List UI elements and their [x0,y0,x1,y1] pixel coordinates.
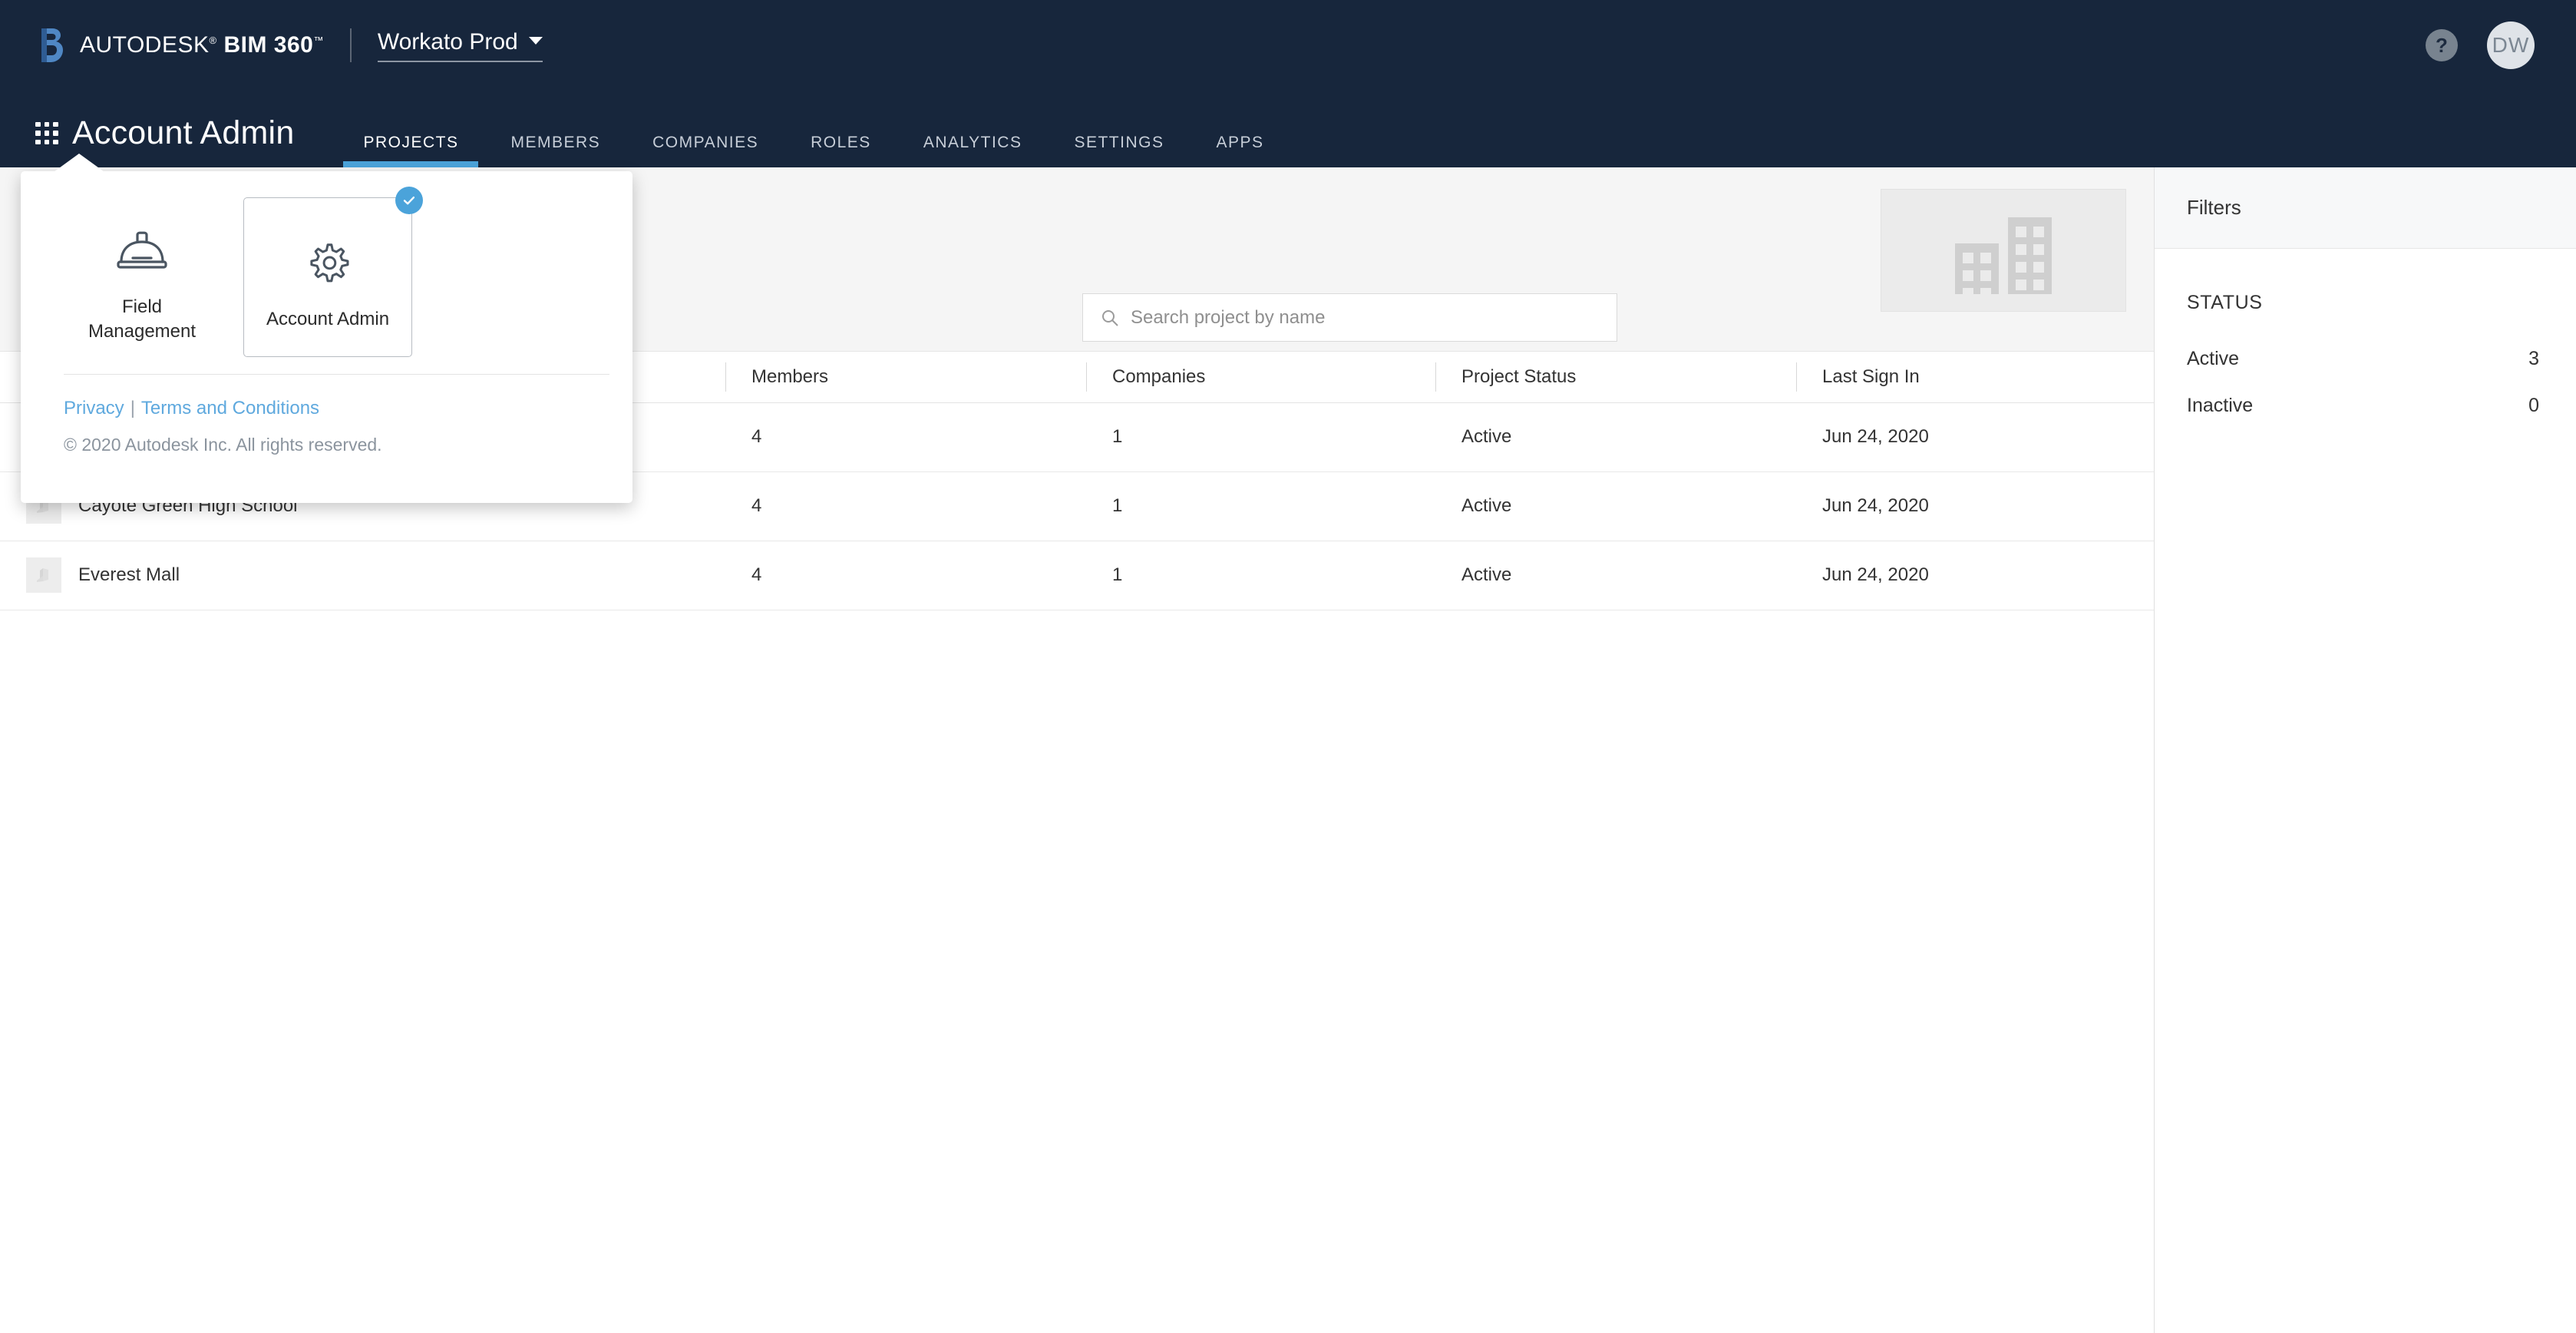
nav-title-group: Account Admin [0,114,294,167]
filter-option-active-count: 3 [2528,348,2539,370]
filter-option-inactive[interactable]: Inactive 0 [2187,395,2539,417]
app-label-line-1: Field [122,296,162,317]
brand-product-text: BIM 360 [223,32,313,58]
brand-right-group: ? DW [2426,22,2576,69]
cell-last-sign-in: Jun 24, 2020 [1796,541,2154,610]
building-thumb-icon [26,557,61,593]
search-input[interactable]: Search project by name [1082,293,1617,342]
brand-divider [350,28,352,62]
cell-members: 4 [725,402,1086,471]
app-label-line-2: Management [88,321,196,342]
privacy-link[interactable]: Privacy [64,398,124,418]
app-card-field-management-label: Field Management [88,295,196,343]
app-card-list: Field Management Account Admin [21,171,632,357]
hard-hat-icon [114,217,170,287]
cell-last-sign-in: Jun 24, 2020 [1796,471,2154,541]
filters-title: Filters [2155,167,2576,249]
brand-registered-mark: ® [210,35,217,46]
account-name-label: Workato Prod [378,29,518,55]
page-title: Account Admin [72,114,294,152]
column-header-project-status[interactable]: Project Status [1435,352,1796,402]
column-header-last-sign-in[interactable]: Last Sign In [1796,352,2154,402]
cell-companies: 1 [1086,541,1435,610]
column-header-members[interactable]: Members [725,352,1086,402]
filters-panel: Filters STATUS Active 3 Inactive 0 [2154,167,2576,1333]
table-row[interactable]: Everest Mall 4 1 Active Jun 24, 2020 [0,541,2154,610]
app-grid-icon[interactable] [35,122,58,145]
app-card-field-management[interactable]: Field Management [58,197,226,357]
app-card-account-admin[interactable]: Account Admin [243,197,412,357]
gear-icon [304,229,352,299]
cell-last-sign-in: Jun 24, 2020 [1796,402,2154,471]
cell-project-name[interactable]: Everest Mall [0,541,725,610]
column-header-companies[interactable]: Companies [1086,352,1435,402]
tab-roles[interactable]: ROLES [784,134,897,167]
tab-companies[interactable]: COMPANIES [626,134,784,167]
brand-trademark-mark: ™ [313,35,324,46]
primary-nav-bar: Account Admin PROJECTS MEMBERS COMPANIES… [0,91,2576,167]
filter-group-status-title: STATUS [2187,292,2539,314]
project-name-label: Everest Mall [78,564,180,586]
tab-apps[interactable]: APPS [1190,134,1290,167]
cell-companies: 1 [1086,402,1435,471]
cell-project-status: Active [1435,541,1796,610]
filter-option-inactive-label: Inactive [2187,395,2253,417]
account-switcher-button[interactable]: Workato Prod [378,29,543,62]
filter-option-inactive-count: 0 [2528,395,2539,417]
building-tall-shape [2008,217,2052,294]
filter-option-active[interactable]: Active 3 [2187,348,2539,370]
brand-wordmark: AUTODESK® BIM 360™ [80,32,324,58]
tab-settings[interactable]: SETTINGS [1048,134,1190,167]
cell-members: 4 [725,541,1086,610]
help-icon[interactable]: ? [2426,29,2458,61]
building-small-shape [1955,243,1999,294]
app-card-account-admin-label: Account Admin [266,307,389,332]
terms-link[interactable]: Terms and Conditions [141,398,319,418]
avatar[interactable]: DW [2487,22,2535,69]
chevron-down-icon [529,37,543,45]
copyright-text: © 2020 Autodesk Inc. All rights reserved… [21,419,632,455]
brand-bar: AUTODESK® BIM 360™ Workato Prod ? DW [0,0,2576,91]
autodesk-b-logo-icon [38,27,66,64]
filter-option-active-label: Active [2187,348,2239,370]
nav-tabs: PROJECTS MEMBERS COMPANIES ROLES ANALYTI… [337,91,1290,167]
cell-members: 4 [725,471,1086,541]
brand-autodesk-text: AUTODESK [80,32,210,58]
tab-projects[interactable]: PROJECTS [337,134,484,167]
buildings-placeholder-icon [1881,189,2126,312]
filters-body: STATUS Active 3 Inactive 0 [2155,249,2576,417]
switcher-legal-links: Privacy | Terms and Conditions [21,375,632,419]
tab-members[interactable]: MEMBERS [484,134,626,167]
link-separator: | [130,398,135,418]
app-switcher-dropdown: Field Management Account Admin Privacy | T… [21,171,632,503]
cell-companies: 1 [1086,471,1435,541]
search-placeholder: Search project by name [1131,307,1325,329]
search-icon [1100,308,1120,328]
tab-analytics[interactable]: ANALYTICS [897,134,1049,167]
cell-project-status: Active [1435,402,1796,471]
cell-project-status: Active [1435,471,1796,541]
dropdown-caret [54,154,104,172]
brand-left-group: AUTODESK® BIM 360™ Workato Prod [0,27,543,64]
check-circle-icon [395,187,423,214]
